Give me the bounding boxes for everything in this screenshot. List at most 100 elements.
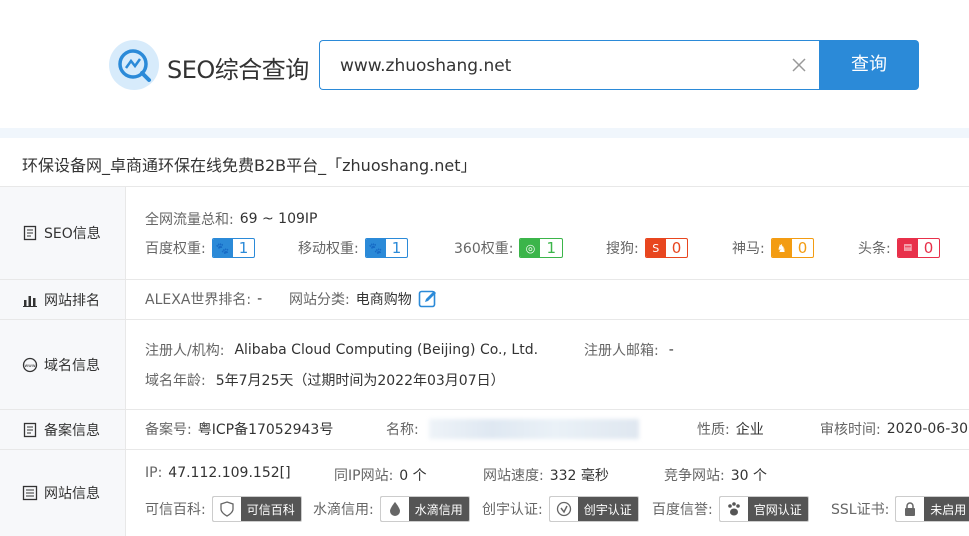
icp-nature-label: 性质:	[697, 422, 730, 438]
sogou-weight[interactable]: 搜狗: S 0	[606, 238, 689, 258]
ssl-badge[interactable]: 未启用	[895, 496, 969, 522]
weight-label: 360权重:	[454, 241, 514, 257]
sameip-value[interactable]: 0 个	[399, 465, 426, 485]
email-label: 注册人邮箱:	[584, 343, 659, 359]
icp-number-field: 备案号: 粤ICP备17052943号	[145, 419, 333, 439]
cert-baidu: 百度信誉: 官网认证	[652, 496, 809, 522]
chuangyu-badge[interactable]: 创宇认证	[548, 496, 639, 522]
row-label: 网站信息	[0, 450, 126, 536]
360-icon: ◎	[520, 239, 541, 257]
cert-label: 百度信誉:	[652, 502, 713, 518]
sogou-icon: S	[645, 239, 666, 257]
baidu-badge[interactable]: 官网认证	[718, 496, 809, 522]
icp-nature-value: 企业	[735, 422, 764, 438]
weight-label: 移动权重:	[298, 241, 359, 257]
document-icon	[23, 225, 37, 241]
document-icon	[23, 422, 37, 437]
speed-label: 网站速度:	[483, 468, 544, 484]
registrant-value: Alibaba Cloud Computing (Beijing) Co., L…	[234, 342, 539, 358]
site-label: 网站信息	[44, 486, 100, 502]
icp-audit-label: 审核时间:	[820, 422, 881, 438]
alexa-label: ALEXA世界排名:	[145, 292, 252, 308]
kexin-badge[interactable]: 可信百科	[211, 496, 302, 522]
cert-label: 水滴信用:	[313, 502, 374, 518]
shenma-icon: ♞	[771, 239, 792, 257]
cert-chuangyu: 创宇认证: 创宇认证	[482, 496, 639, 522]
weight-label: 神马:	[732, 241, 765, 257]
registrant-field: 注册人/机构: Alibaba Cloud Computing (Beijing…	[145, 340, 538, 360]
close-icon[interactable]	[790, 56, 808, 74]
toutiao-icon: ▤	[897, 239, 918, 257]
icp-row: 备案信息 备案号: 粤ICP备17052943号 名称: 性质: 企业 审核时间…	[0, 409, 969, 449]
compete-field: 竞争网站: 30 个	[664, 465, 767, 485]
registrant-label: 注册人/机构:	[145, 343, 225, 359]
icp-label: 备案信息	[44, 422, 100, 439]
speed-value: 332 毫秒	[549, 468, 609, 484]
sameip-label: 同IP网站:	[334, 468, 394, 484]
shuidi-badge[interactable]: 水滴信用	[379, 496, 470, 522]
search-input[interactable]	[340, 53, 770, 79]
speed-field: 网站速度: 332 毫秒	[483, 465, 609, 485]
traffic-value: 69 ~ 109IP	[239, 211, 318, 227]
row-label: SEO信息	[0, 187, 126, 279]
paw-icon: 🐾	[365, 239, 386, 257]
weight-label: 百度权重:	[145, 241, 206, 257]
category-label: 网站分类:	[289, 292, 350, 308]
cert-kexin: 可信百科: 可信百科	[145, 496, 302, 522]
search-box	[319, 40, 820, 90]
cert-label: 创宇认证:	[482, 502, 543, 518]
sogou-weight-badge[interactable]: S 0	[644, 238, 689, 258]
domain-row: www 域名信息 注册人/机构: Alibaba Cloud Computing…	[0, 319, 969, 409]
icp-name-field: 名称:	[386, 419, 639, 439]
age-label: 域名年龄:	[145, 373, 206, 389]
edit-icon[interactable]	[418, 289, 438, 309]
baidu-weight[interactable]: 百度权重: 🐾 1	[145, 238, 256, 258]
list-icon	[22, 485, 38, 501]
baidu-weight-badge[interactable]: 🐾 1	[211, 238, 256, 258]
seo-label: SEO信息	[44, 226, 101, 242]
icp-audit-value: 2020-06-30	[886, 421, 969, 437]
cert-label: SSL证书:	[831, 502, 890, 518]
ip-label: IP:	[145, 465, 163, 481]
weight-360-badge[interactable]: ◎ 1	[519, 238, 563, 258]
category-value: 电商购物	[355, 292, 412, 308]
toutiao-weight-badge[interactable]: ▤ 0	[896, 238, 941, 258]
search-button[interactable]: 查询	[819, 40, 919, 90]
age-value: 5年7月25天（过期时间为2022年03月07日）	[215, 373, 505, 389]
site-row: 网站信息 IP: 47.112.109.152[] 同IP网站: 0 个 网站速…	[0, 449, 969, 536]
ip-value[interactable]: 47.112.109.152[]	[168, 465, 290, 481]
domain-label: 域名信息	[44, 357, 100, 374]
svg-text:www: www	[24, 364, 35, 369]
alexa-value: -	[257, 291, 263, 307]
traffic-label: 全网流量总和:	[145, 212, 234, 228]
icp-name-label: 名称:	[386, 422, 419, 438]
seo-row: SEO信息 全网流量总和: 69 ~ 109IP 百度权重: 🐾 1 移动权重:…	[0, 186, 969, 279]
toutiao-weight[interactable]: 头条: ▤ 0	[858, 238, 941, 258]
mobile-weight[interactable]: 移动权重: 🐾 1	[298, 238, 409, 258]
cert-shuidi: 水滴信用: 水滴信用	[313, 496, 470, 522]
cert-label: 可信百科:	[145, 502, 206, 518]
paw-icon	[719, 497, 748, 521]
drop-icon	[380, 497, 409, 521]
icp-nature-field: 性质: 企业	[697, 419, 764, 439]
shenma-weight[interactable]: 神马: ♞ 0	[732, 238, 815, 258]
lock-icon	[896, 497, 925, 521]
icp-number-value: 粤ICP备17052943号	[197, 422, 334, 438]
weight-360[interactable]: 360权重: ◎ 1	[454, 238, 563, 258]
alexa-field: ALEXA世界排名: -	[145, 289, 262, 309]
rank-row: 网站排名 ALEXA世界排名: - 网站分类: 电商购物	[0, 279, 969, 319]
category-field: 网站分类: 电商购物	[289, 289, 438, 309]
icp-audit-field: 审核时间: 2020-06-30	[820, 419, 968, 439]
shield-icon	[212, 497, 241, 521]
compete-label: 竞争网站:	[664, 468, 725, 484]
shenma-weight-badge[interactable]: ♞ 0	[770, 238, 815, 258]
email-value: -	[668, 342, 674, 358]
compete-value[interactable]: 30 个	[731, 465, 767, 485]
verified-icon	[549, 497, 578, 521]
ip-field: IP: 47.112.109.152[]	[145, 465, 291, 481]
bar-chart-icon	[23, 295, 37, 307]
row-label: 网站排名	[0, 280, 126, 319]
weight-label: 搜狗:	[606, 241, 639, 257]
logo-text: SEO综合查询	[167, 56, 309, 84]
mobile-weight-badge[interactable]: 🐾 1	[364, 238, 409, 258]
